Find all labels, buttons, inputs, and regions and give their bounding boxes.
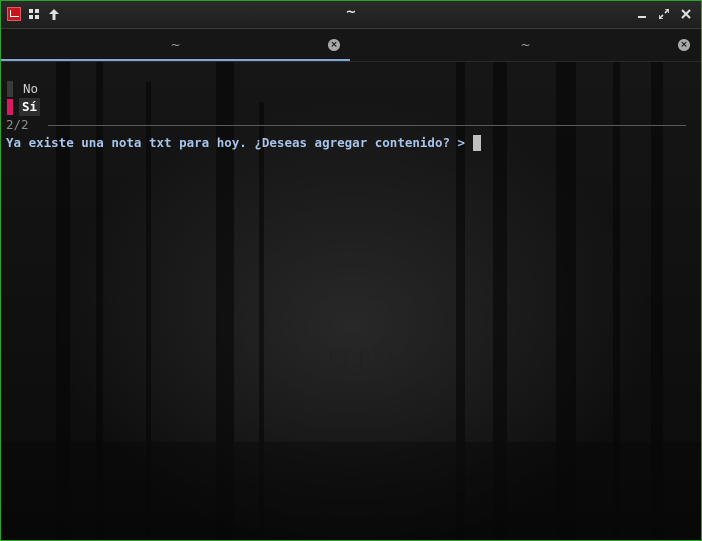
option-si-label: Sí	[19, 98, 41, 116]
option-counter-text: 2/2	[6, 117, 29, 132]
restore-icon[interactable]	[657, 7, 671, 21]
title-bar[interactable]: ~	[1, 1, 701, 29]
option-counter: 2/2	[6, 116, 686, 134]
option-no-label: No	[23, 81, 39, 96]
tab-1[interactable]: ~ ×	[1, 29, 350, 61]
terminal-content: No Sí 2/2 Ya existe una nota txt para ho…	[6, 80, 686, 152]
prompt-line: Ya existe una nota txt para hoy. ¿Deseas…	[6, 134, 482, 152]
tab-2-label: ~	[520, 38, 531, 52]
option-si-marker	[7, 99, 13, 115]
separator-line	[48, 125, 686, 126]
tab-bar: ~ × ~ ×	[1, 29, 701, 62]
terminal-window: ~ ~ × ~ × No Sí 2/2 Ya existe una nota t…	[0, 0, 702, 541]
window-title: ~	[345, 5, 357, 20]
close-icon[interactable]	[679, 7, 693, 21]
window-controls	[635, 7, 693, 21]
tab-2[interactable]: ~ ×	[351, 29, 700, 61]
option-no-marker	[7, 81, 13, 97]
tab-1-close-icon[interactable]: ×	[328, 39, 340, 51]
prompt-text: Ya existe una nota txt para hoy. ¿Deseas…	[6, 135, 466, 150]
text-cursor[interactable]	[473, 135, 482, 151]
option-si[interactable]: Sí	[6, 98, 481, 116]
option-no[interactable]: No	[6, 80, 481, 98]
terminal-area[interactable]: No Sí 2/2 Ya existe una nota txt para ho…	[1, 62, 701, 540]
tab-1-label: ~	[170, 38, 181, 52]
tab-2-close-icon[interactable]: ×	[678, 39, 690, 51]
minimize-icon[interactable]	[635, 7, 649, 21]
